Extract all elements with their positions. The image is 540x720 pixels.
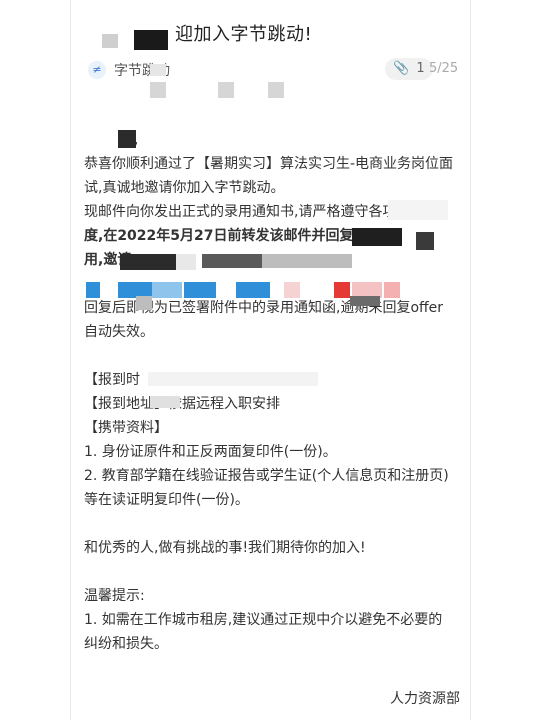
report-location: 【报到地址】依据远程入职安排 — [84, 396, 280, 412]
privacy-mask — [150, 82, 166, 98]
privacy-mask — [236, 282, 270, 298]
privacy-mask — [134, 30, 168, 50]
privacy-mask — [176, 254, 196, 270]
left-edge-shadow — [70, 0, 71, 720]
materials-item: 1. 身份证原件和正反两面复印件(一份)。 — [84, 444, 337, 460]
tips-item: 1. 如需在工作城市租房,建议通过正规中介以避免不必要的纠纷和损失。 — [84, 612, 443, 652]
closing-line: 和优秀的人,做有挑战的事!我们期待你的加入! — [84, 540, 366, 556]
right-edge-shadow — [470, 0, 471, 720]
privacy-mask — [334, 282, 350, 298]
signature: 人力资源部 — [390, 691, 460, 707]
privacy-mask — [350, 296, 380, 306]
tips-title: 温馨提示: — [84, 588, 145, 604]
page-counter: 5/25 — [429, 61, 459, 76]
privacy-mask — [150, 64, 166, 76]
materials-item: 2. 教育部学籍在线验证报告或学生证(个人信息页和注册页)等在读证明复印件(一份… — [84, 468, 449, 508]
attachment-count: 1 — [416, 61, 425, 76]
privacy-mask — [150, 396, 180, 408]
materials-title: 【携带资料】 — [84, 420, 168, 436]
privacy-mask — [102, 34, 118, 48]
sender-avatar[interactable]: ≠ — [88, 61, 106, 79]
privacy-mask — [416, 232, 434, 250]
privacy-mask — [136, 296, 152, 310]
privacy-mask — [218, 82, 234, 98]
privacy-mask — [268, 82, 284, 98]
privacy-mask — [202, 254, 262, 268]
privacy-mask — [86, 282, 100, 298]
greeting: 子, — [84, 128, 456, 152]
privacy-mask — [118, 130, 136, 148]
privacy-mask — [262, 254, 352, 268]
privacy-mask — [352, 228, 402, 246]
sender-row: ≠ 字节跳动 📎 1 5/25 — [88, 58, 468, 82]
email-subject: 迎加入字节跳动! — [175, 24, 313, 45]
body-paragraph: 恭喜你顺利通过了【暑期实习】算法实习生-电商业务岗位面试,真诚地邀请你加入字节跳… — [84, 156, 454, 196]
attachment-indicator[interactable]: 📎 1 — [385, 58, 433, 80]
privacy-mask — [148, 372, 318, 386]
privacy-mask — [152, 282, 182, 298]
privacy-mask — [284, 282, 300, 298]
privacy-mask — [388, 200, 448, 220]
privacy-mask — [184, 282, 216, 298]
paperclip-icon: 📎 — [393, 61, 410, 76]
privacy-mask — [120, 254, 176, 270]
privacy-mask — [384, 282, 400, 298]
